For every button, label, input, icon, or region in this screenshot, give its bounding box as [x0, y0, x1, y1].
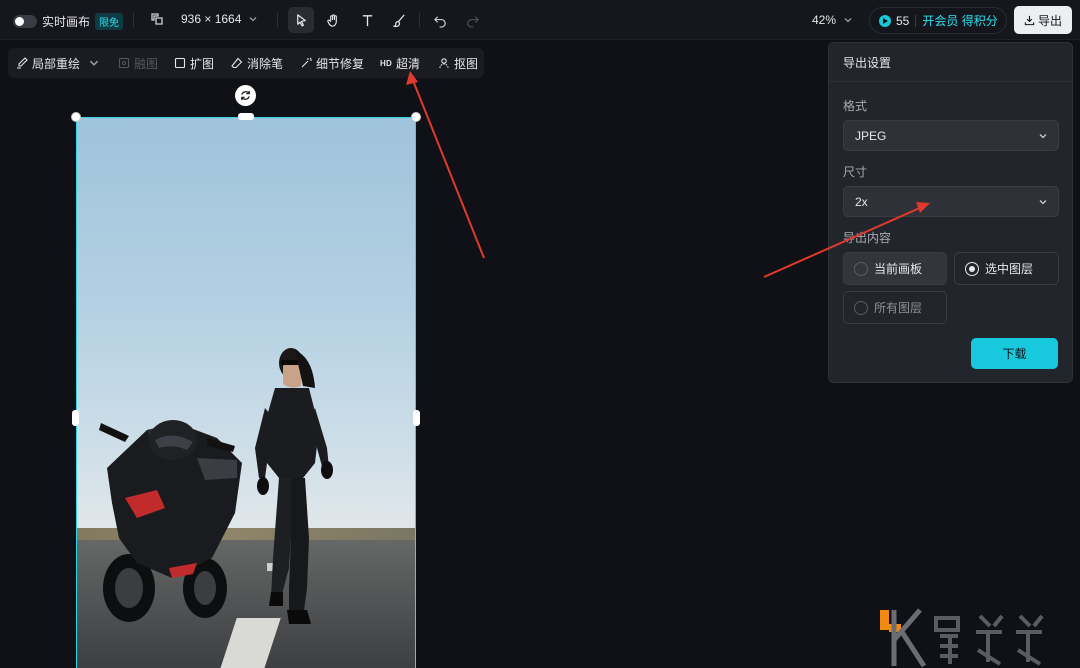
annotation-arrow: [763, 206, 923, 278]
annotation-arrowhead: [916, 202, 930, 213]
annotation-arrows: [406, 71, 930, 278]
annotation-arrowhead: [406, 71, 418, 85]
annotation-arrow: [411, 77, 485, 259]
watermark-logo: [880, 608, 1044, 668]
